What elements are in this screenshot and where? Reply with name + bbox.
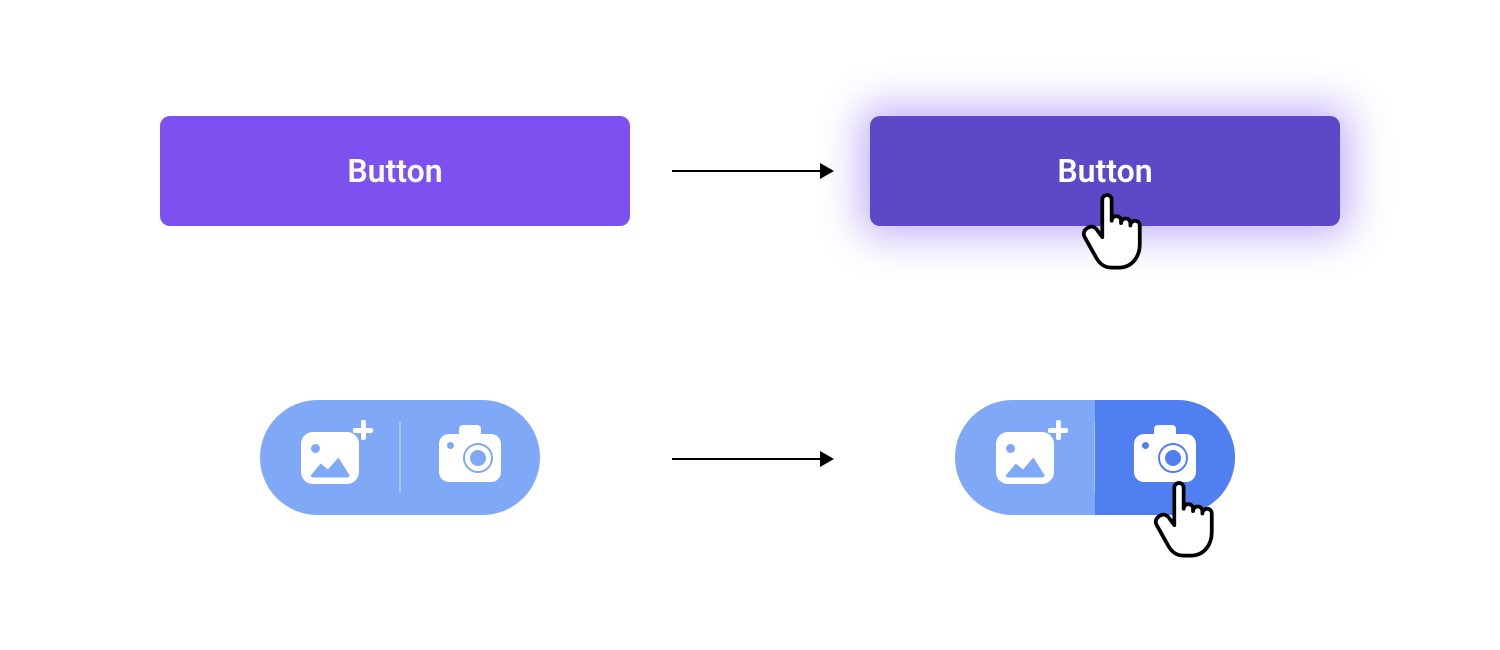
segmented-pill-hover — [955, 400, 1235, 515]
pill-segment-add-image[interactable] — [955, 400, 1095, 515]
button-hover-state[interactable]: Button — [870, 116, 1340, 226]
button-label: Button — [347, 152, 442, 190]
diagram-canvas: Button Button — [0, 0, 1500, 650]
camera-icon — [439, 434, 501, 482]
button-label: Button — [1057, 152, 1152, 190]
segmented-pill-default — [260, 400, 540, 515]
image-add-icon — [996, 432, 1054, 484]
pill-segment-camera-hover[interactable] — [1095, 400, 1235, 515]
camera-icon — [1134, 434, 1196, 482]
image-add-icon — [301, 432, 359, 484]
pill-segment-camera[interactable] — [400, 400, 540, 515]
arrow-right-icon — [672, 170, 832, 172]
pill-segment-add-image[interactable] — [260, 400, 400, 515]
arrow-right-icon — [672, 458, 832, 460]
button-default-state[interactable]: Button — [160, 116, 630, 226]
